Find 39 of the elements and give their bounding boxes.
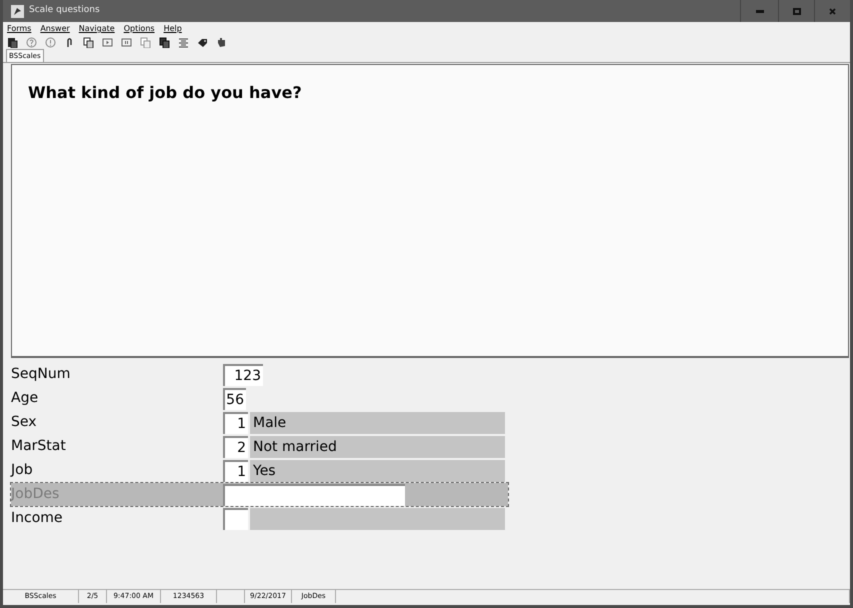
menu-item[interactable]: Answer (40, 25, 70, 33)
field-label: SeqNum (11, 365, 72, 384)
play-icon[interactable] (102, 36, 113, 48)
description-field: Male (250, 412, 505, 434)
field-label: MarStat (11, 437, 67, 456)
input-field[interactable] (223, 508, 248, 530)
description-field: Yes (250, 460, 505, 482)
field-label: Age (11, 389, 40, 408)
field-label: Income (11, 509, 64, 528)
copy-icon[interactable] (83, 36, 94, 48)
input-field[interactable]: 123 (223, 364, 263, 386)
close-icon (829, 8, 836, 14)
input-field[interactable] (223, 484, 405, 506)
maximize-icon (792, 8, 800, 14)
window-title: Scale questions (29, 4, 100, 18)
input-field[interactable]: 56 (223, 388, 246, 410)
tag-icon[interactable] (197, 36, 208, 48)
app-icon (11, 4, 24, 18)
menu-item[interactable]: Navigate (78, 25, 115, 33)
minimize-icon (756, 10, 764, 12)
exclamation-circle-icon[interactable] (45, 36, 56, 48)
field-label: Job (11, 461, 34, 480)
input-field[interactable]: 2 (223, 436, 248, 458)
hand-icon[interactable] (216, 36, 227, 48)
field-label: JobDes (11, 485, 60, 504)
description-field: Not married (250, 436, 505, 458)
pause-icon[interactable] (121, 36, 132, 48)
menu-item[interactable]: Forms (7, 25, 32, 33)
field-label: Sex (11, 413, 38, 432)
pages-icon[interactable] (140, 36, 151, 48)
menu-item[interactable]: Options (124, 25, 155, 33)
list-icon[interactable] (178, 36, 189, 48)
menu-item[interactable]: Help (164, 25, 182, 33)
document-icon[interactable] (7, 36, 18, 48)
question-text: What kind of job do you have? (28, 82, 303, 104)
input-field[interactable]: 1 (223, 460, 248, 482)
copy-icon[interactable] (159, 36, 170, 48)
question-circle-icon[interactable] (26, 36, 37, 48)
input-field[interactable]: 1 (223, 412, 248, 434)
